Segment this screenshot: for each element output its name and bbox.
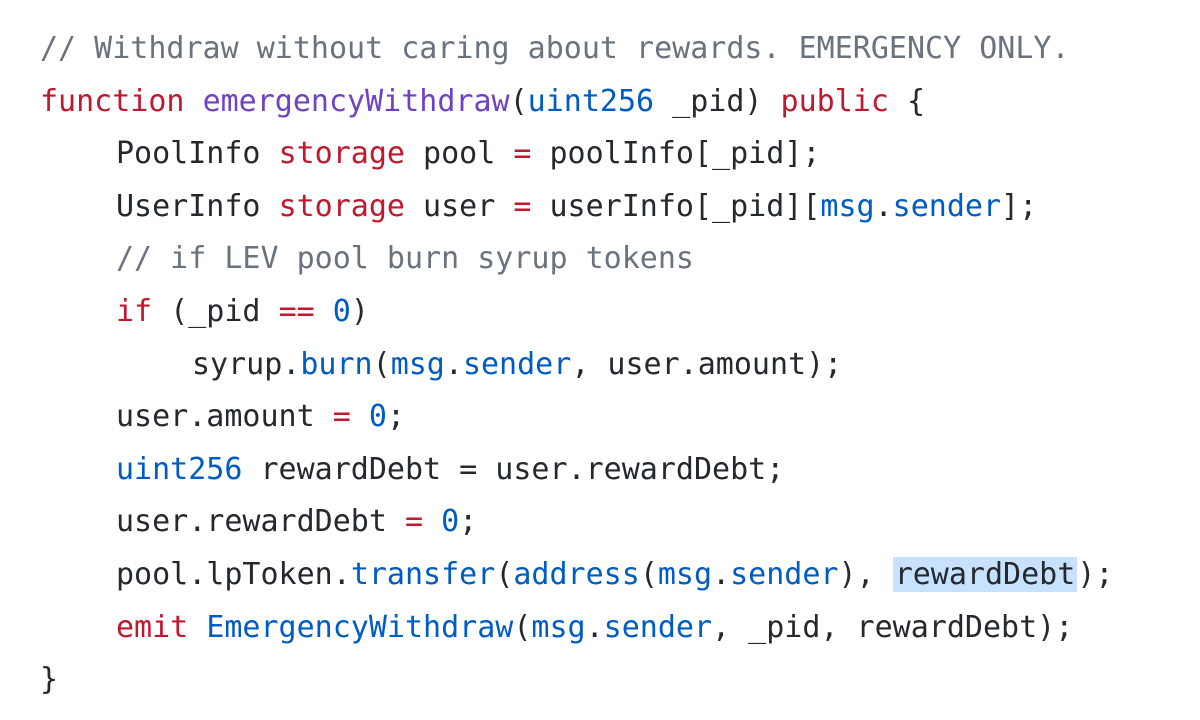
code-token: sender (603, 609, 713, 645)
code-token: msg (531, 609, 586, 645)
code-line: // Withdraw without caring about rewards… (40, 23, 1190, 76)
code-token: (_pid (152, 293, 279, 329)
code-token: ; (459, 504, 478, 540)
code-token: ), (838, 556, 893, 592)
code-token: if (116, 293, 153, 329)
code-token: ( (639, 556, 658, 592)
code-token: msg (657, 556, 713, 592)
code-token: poolInfo[_pid]; (531, 136, 821, 172)
code-token: // Withdraw without caring about rewards… (40, 31, 1070, 66)
code-token: , _pid, rewardDebt); (712, 609, 1074, 645)
code-line: function emergencyWithdraw(uint256 _pid)… (40, 76, 1190, 129)
code-token: == (278, 293, 315, 329)
code-token: pool.lpToken. (116, 556, 351, 592)
code-token: sender (892, 188, 1002, 224)
code-token: ]; (1001, 188, 1038, 224)
code-token: EmergencyWithdraw (206, 609, 514, 645)
code-token: 0 (368, 399, 387, 435)
code-token: } (40, 662, 59, 698)
code-token: ( (513, 609, 532, 645)
code-line: UserInfo storage user = userInfo[_pid][m… (40, 181, 1190, 234)
code-token: function (40, 83, 185, 119)
code-token: = (513, 188, 532, 224)
code-token: user (405, 188, 514, 224)
code-token: msg (820, 188, 875, 224)
code-line: user.rewardDebt = 0; (40, 496, 1190, 549)
code-token: . (444, 346, 463, 382)
code-token: sender (730, 556, 839, 592)
code-line: user.amount = 0; (40, 391, 1190, 444)
code-token: PoolInfo (116, 136, 279, 172)
code-token: syrup. (192, 346, 301, 382)
code-token: storage (278, 188, 405, 224)
code-token: address (513, 556, 640, 592)
code-token: ( (509, 83, 528, 119)
code-line: } (40, 654, 1190, 707)
code-token: rewardDebt = user.rewardDebt; (242, 451, 785, 487)
code-token: user.rewardDebt (116, 504, 405, 540)
code-token: ); (1077, 556, 1114, 592)
code-token: storage (278, 136, 405, 172)
code-line: syrup.burn(msg.sender, user.amount); (40, 339, 1190, 392)
code-token: transfer (350, 556, 496, 592)
code-token: user.amount (116, 399, 333, 435)
code-token: ( (495, 556, 514, 592)
code-token: 0 (441, 504, 460, 540)
code-view: // Withdraw without caring about rewards… (40, 23, 1190, 707)
code-line: // if LEV pool burn syrup tokens (40, 233, 1190, 286)
code-token: { (888, 83, 926, 119)
code-line: if (_pid == 0) (40, 286, 1190, 339)
code-line: emit EmergencyWithdraw(msg.sender, _pid,… (40, 602, 1190, 655)
code-token: . (874, 188, 893, 224)
code-token: emergencyWithdraw (202, 83, 510, 119)
code-token: uint256 (527, 83, 655, 119)
code-token: pool (405, 136, 514, 172)
code-token: msg (390, 346, 445, 382)
code-token: uint256 (116, 451, 243, 487)
code-line: uint256 rewardDebt = user.rewardDebt; (40, 444, 1190, 497)
code-token: burn (300, 346, 373, 382)
code-token: sender (462, 346, 572, 382)
code-line: PoolInfo storage pool = poolInfo[_pid]; (40, 128, 1190, 181)
code-token: UserInfo (116, 188, 279, 224)
selected-token: rewardDebt (892, 556, 1078, 592)
code-token: userInfo[_pid][ (531, 188, 821, 224)
code-token: , user.amount); (571, 346, 843, 382)
code-token: ( (372, 346, 391, 382)
code-token: = (513, 136, 532, 172)
code-token: emit (116, 609, 189, 645)
code-token: . (712, 556, 731, 592)
code-token: 0 (332, 293, 351, 329)
code-token: = (404, 504, 424, 540)
code-token: ; (386, 399, 405, 435)
code-token: = (332, 399, 351, 435)
code-token: ) (350, 293, 369, 329)
code-line: pool.lpToken.transfer(address(msg.sender… (40, 549, 1190, 602)
code-token: . (585, 609, 604, 645)
code-token: // if LEV pool burn syrup tokens (116, 241, 694, 277)
code-token: public (780, 83, 889, 119)
code-token: _pid) (654, 83, 781, 119)
